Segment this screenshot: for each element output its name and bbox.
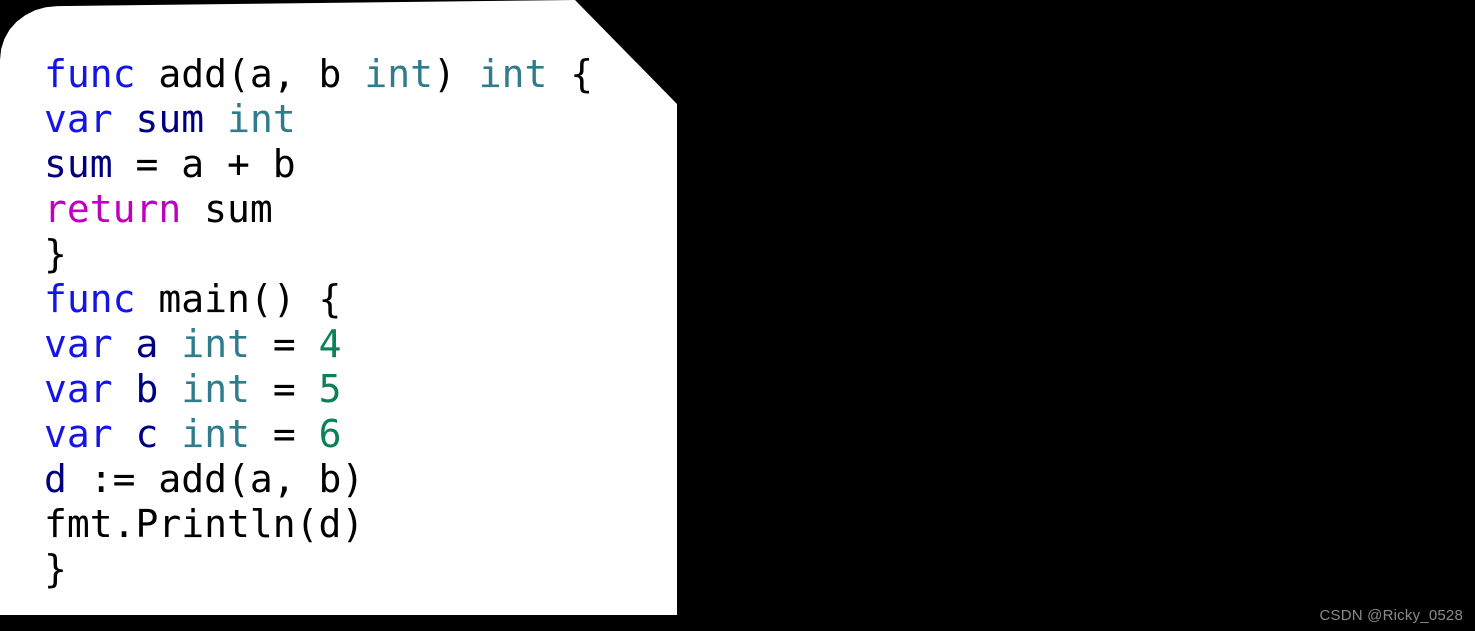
csdn-watermark: CSDN @Ricky_0528	[1319, 607, 1463, 624]
code-token-plain: = a + b	[112, 142, 296, 186]
code-token-plain: {	[547, 52, 594, 96]
code-token-plain: () {	[249, 277, 342, 321]
code-block: func add(a, b int) int {var sum int sum =…	[44, 52, 664, 592]
code-token-function: add	[158, 457, 228, 501]
code-token-number: 6	[318, 412, 342, 456]
code-token-plain: (a, b	[227, 52, 365, 96]
code-token-type: int	[227, 97, 296, 141]
code-token-plain: }	[44, 232, 67, 276]
code-token-keyword: func	[44, 52, 136, 96]
code-token-function: main	[158, 277, 250, 321]
code-line: var b int = 5	[44, 367, 664, 412]
code-token-plain: (a, b)	[227, 457, 365, 501]
code-token-keyword: var	[44, 322, 113, 366]
code-token-plain: =	[249, 367, 319, 411]
code-token-plain: =	[249, 322, 319, 366]
code-token-identifier: sum	[135, 97, 205, 141]
code-token-number: 4	[318, 322, 342, 366]
code-line: var sum int	[44, 97, 664, 142]
code-line: func main() {	[44, 277, 664, 322]
code-token-identifier: a	[135, 322, 159, 366]
code-line: }	[44, 547, 664, 592]
code-token-type: int	[181, 412, 250, 456]
code-token-keyword: func	[44, 277, 136, 321]
code-token-type: int	[364, 52, 433, 96]
code-token-control: return	[44, 187, 182, 231]
code-token-identifier: c	[135, 412, 159, 456]
code-token-type: int	[181, 367, 250, 411]
code-token-type: int	[181, 322, 250, 366]
code-line: var a int = 4	[44, 322, 664, 367]
code-token-number: 5	[318, 367, 342, 411]
code-token-plain: :=	[66, 457, 159, 501]
code-token-type: int	[478, 52, 548, 96]
code-token-keyword: var	[44, 367, 113, 411]
code-line: }	[44, 232, 664, 277]
code-token-keyword: var	[44, 97, 113, 141]
code-token-identifier: sum	[44, 142, 113, 186]
code-token-plain: fmt.	[44, 502, 136, 546]
code-token-plain: )	[432, 52, 479, 96]
code-token-plain: =	[249, 412, 319, 456]
code-line: d := add(a, b)	[44, 457, 664, 502]
screenshot-root: func add(a, b int) int {var sum int sum =…	[0, 0, 1475, 631]
code-token-keyword: var	[44, 412, 113, 456]
code-token-function: Println	[135, 502, 296, 546]
code-line: func add(a, b int) int {	[44, 52, 664, 97]
code-token-plain: }	[44, 547, 67, 591]
code-card: func add(a, b int) int {var sum int sum =…	[0, 0, 677, 615]
code-line: return sum	[44, 187, 664, 232]
code-token-plain: (d)	[295, 502, 365, 546]
code-token-identifier: b	[135, 367, 159, 411]
code-line: var c int = 6	[44, 412, 664, 457]
code-line: sum = a + b	[44, 142, 664, 187]
code-line: fmt.Println(d)	[44, 502, 664, 547]
code-token-identifier: d	[44, 457, 67, 501]
code-token-plain: sum	[181, 187, 273, 231]
code-token-function: add	[158, 52, 228, 96]
